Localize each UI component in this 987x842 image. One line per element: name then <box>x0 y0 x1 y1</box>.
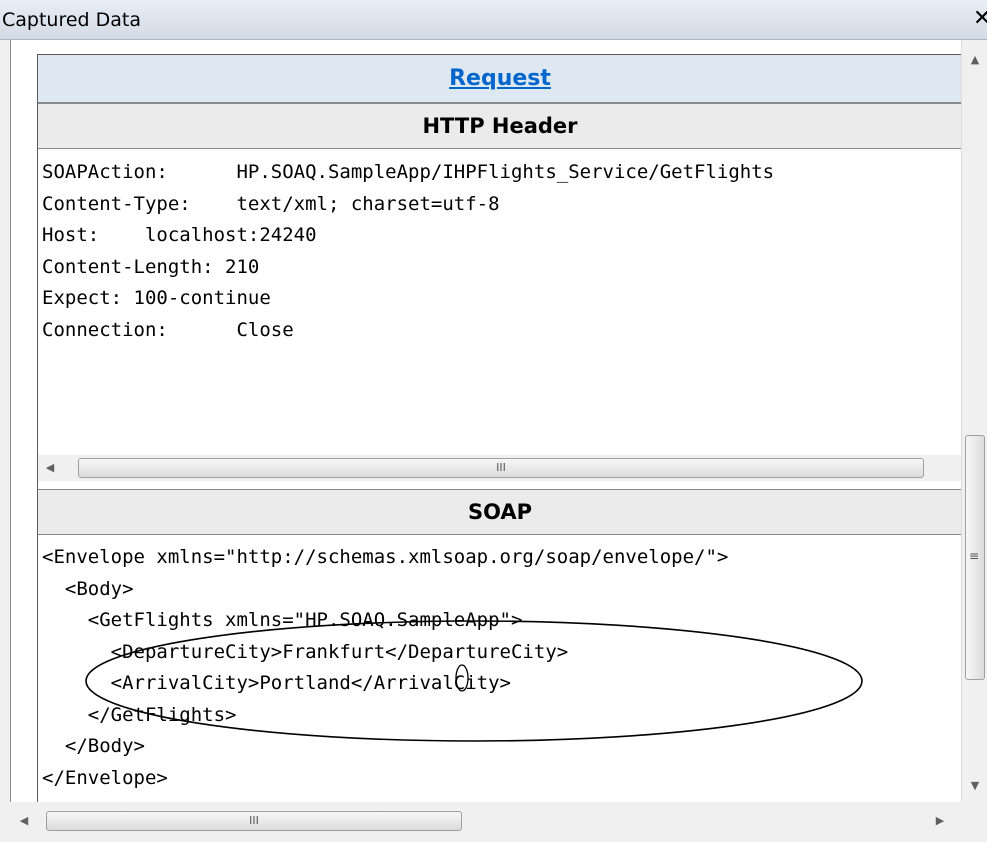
soap-line: </Envelope> <box>42 766 168 789</box>
http-header-line: Expect: 100-continue <box>42 287 271 309</box>
vertical-scrollbar[interactable]: ▲ ≡ ▼ <box>961 40 987 802</box>
http-header-line: Content-Length: 210 <box>42 255 260 278</box>
title-bar: Captured Data ✕ <box>0 0 987 40</box>
scroll-down-icon[interactable]: ▼ <box>962 774 987 798</box>
scroll-left-icon[interactable]: ◀ <box>40 455 60 481</box>
scroll-up-icon[interactable]: ▲ <box>962 48 987 72</box>
bottom-hscrollbar[interactable]: ◀ III ▶ <box>0 802 961 842</box>
http-header-line: Connection: Close <box>42 318 294 341</box>
soap-line: <ArrivalCity>Portland</ArrivalCity> <box>42 672 511 694</box>
soap-line: </GetFlights> <box>42 703 237 726</box>
soap-line: <GetFlights xmlns="HP.SOAQ.SampleApp"> <box>42 609 523 631</box>
close-icon[interactable]: ✕ <box>973 7 987 31</box>
http-header-scroll-thumb[interactable]: III <box>78 458 924 478</box>
http-header-hscrollbar[interactable]: ◀ III <box>38 455 961 481</box>
bottom-hscroll-track: ◀ III ▶ <box>0 808 961 834</box>
soap-line: </Body> <box>42 735 145 757</box>
scroll-right-icon[interactable]: ▶ <box>930 808 950 834</box>
window-title: Captured Data <box>2 9 142 31</box>
captured-data-panel: Request HTTP Header SOAPAction: HP.SOAQ.… <box>10 40 961 802</box>
http-header-line: SOAPAction: HP.SOAQ.SampleApp/IHPFlights… <box>42 161 775 183</box>
soap-line: <DepartureCity>Frankfurt</DepartureCity> <box>42 640 569 663</box>
request-header: Request <box>38 55 961 103</box>
soap-line: <Envelope xmlns="http://schemas.xmlsoap.… <box>42 546 729 568</box>
scroll-left-icon[interactable]: ◀ <box>14 808 34 834</box>
http-header-content: SOAPAction: HP.SOAQ.SampleApp/IHPFlights… <box>42 157 960 457</box>
soap-section-title: SOAP <box>38 489 961 535</box>
message-viewer: Request HTTP Header SOAPAction: HP.SOAQ.… <box>37 54 961 802</box>
http-header-line: Host: localhost:24240 <box>42 224 317 246</box>
vertical-scroll-thumb[interactable]: ≡ <box>965 435 985 680</box>
scroll-grip-icon: ≡ <box>969 549 980 563</box>
request-link[interactable]: Request <box>449 66 551 91</box>
soap-content: <Envelope xmlns="http://schemas.xmlsoap.… <box>42 542 960 802</box>
http-header-line: Content-Type: text/xml; charset=utf-8 <box>42 192 500 215</box>
bottom-scroll-thumb[interactable]: III <box>46 811 462 831</box>
http-header-section-title: HTTP Header <box>38 103 961 149</box>
soap-line: <Body> <box>42 577 134 600</box>
